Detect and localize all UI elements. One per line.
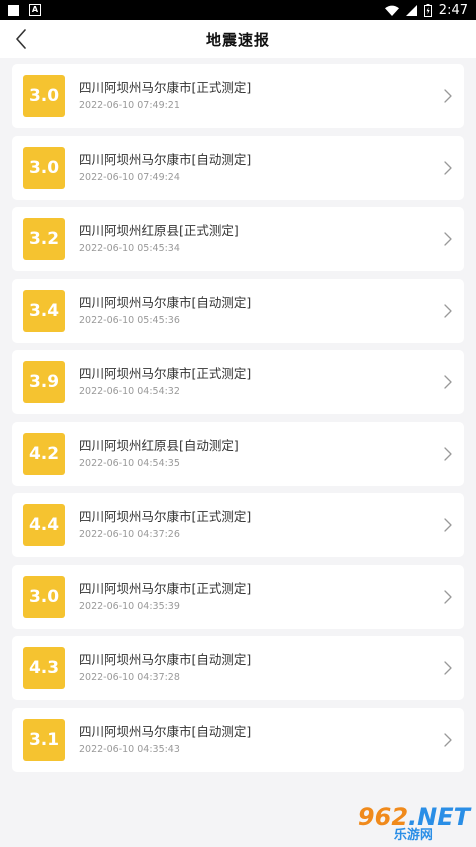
chevron-right-icon — [444, 303, 452, 318]
quake-list-item[interactable]: 3.0 四川阿坝州马尔康市[正式测定] 2022-06-10 07:49:21 — [12, 64, 464, 128]
quake-list: 3.0 四川阿坝州马尔康市[正式测定] 2022-06-10 07:49:21 … — [0, 58, 476, 772]
quake-time: 2022-06-10 07:49:21 — [79, 100, 180, 111]
magnitude-badge: 3.1 — [23, 718, 65, 761]
quake-time: 2022-06-10 04:37:26 — [79, 529, 180, 540]
quake-list-item[interactable]: 3.0 四川阿坝州马尔康市[自动测定] 2022-06-10 07:49:24 — [12, 135, 464, 200]
quake-time: 2022-06-10 07:49:24 — [79, 171, 180, 183]
quake-location: 四川阿坝州马尔康市[自动测定] — [79, 652, 252, 667]
quake-location: 四川阿坝州马尔康市[正式测定] — [79, 509, 252, 524]
chevron-right-icon — [444, 375, 452, 389]
page-title: 地震速报 — [205, 30, 270, 49]
quake-location: 四川阿坝州马尔康市[正式测定] — [79, 366, 252, 381]
chevron-right-icon — [444, 589, 452, 604]
watermark-number: 962 — [357, 803, 409, 831]
quake-time: 2022-06-10 04:37:28 — [79, 672, 180, 683]
chevron-right-icon — [444, 89, 452, 103]
battery-icon — [423, 3, 432, 17]
magnitude-badge: 4.2 — [23, 432, 65, 475]
quake-list-item[interactable]: 3.1 四川阿坝州马尔康市[自动测定] 2022-06-10 04:35:43 — [12, 707, 464, 772]
quake-time: 2022-06-10 04:54:32 — [79, 386, 180, 397]
square-icon — [8, 4, 19, 16]
magnitude-badge: 3.2 — [23, 218, 65, 260]
chevron-right-icon — [444, 518, 452, 532]
status-bar: A 2:47 — [0, 0, 476, 20]
quake-list-item[interactable]: 3.9 四川阿坝州马尔康市[正式测定] 2022-06-10 04:54:32 — [12, 350, 464, 414]
quake-list-item[interactable]: 3.4 四川阿坝州马尔康市[自动测定] 2022-06-10 05:45:36 — [12, 278, 464, 343]
back-arrow-icon — [16, 29, 26, 49]
quake-time: 2022-06-10 04:54:35 — [79, 457, 180, 469]
chevron-right-icon — [444, 232, 452, 246]
a-notification-icon: A — [29, 4, 41, 16]
quake-time: 2022-06-10 05:45:34 — [79, 243, 180, 254]
magnitude-badge: 3.0 — [23, 575, 65, 618]
watermark-text-top: 962.NET — [358, 805, 470, 829]
magnitude-badge: 3.0 — [23, 146, 65, 189]
quake-location: 四川阿坝州红原县[自动测定] — [79, 437, 239, 453]
quake-location: 四川阿坝州马尔康市[自动测定] — [79, 151, 252, 167]
quake-time: 2022-06-10 04:35:39 — [79, 600, 180, 612]
quake-list-item[interactable]: 4.3 四川阿坝州马尔康市[自动测定] 2022-06-10 04:37:28 — [12, 636, 464, 700]
back-button[interactable] — [6, 24, 36, 54]
watermark-domain: .NET — [408, 803, 470, 831]
app-bar: 地震速报 — [0, 20, 476, 58]
watermark-text-bottom: 乐游网 — [393, 828, 433, 843]
clock: 2:47 — [438, 2, 468, 18]
quake-location: 四川阿坝州马尔康市[正式测定] — [79, 580, 252, 596]
quake-time: 2022-06-10 05:45:36 — [79, 314, 180, 326]
chevron-right-icon — [444, 661, 452, 675]
chevron-right-icon — [444, 446, 452, 461]
quake-time: 2022-06-10 04:35:43 — [79, 743, 180, 755]
magnitude-badge: 4.4 — [23, 504, 65, 546]
magnitude-badge: 3.9 — [23, 361, 65, 403]
watermark-logo: 962.NET 乐游网 — [358, 805, 470, 843]
chevron-right-icon — [444, 732, 452, 747]
quake-location: 四川阿坝州马尔康市[自动测定] — [79, 294, 252, 310]
wifi-icon — [384, 5, 399, 16]
quake-location: 四川阿坝州红原县[正式测定] — [79, 223, 239, 238]
quake-list-item[interactable]: 4.2 四川阿坝州红原县[自动测定] 2022-06-10 04:54:35 — [12, 421, 464, 486]
chevron-right-icon — [444, 160, 452, 175]
signal-icon — [405, 4, 417, 16]
quake-list-item[interactable]: 3.0 四川阿坝州马尔康市[正式测定] 2022-06-10 04:35:39 — [12, 564, 464, 629]
magnitude-badge: 4.3 — [23, 647, 65, 689]
quake-list-item[interactable]: 4.4 四川阿坝州马尔康市[正式测定] 2022-06-10 04:37:26 — [12, 493, 464, 557]
quake-location: 四川阿坝州马尔康市[正式测定] — [79, 80, 252, 95]
magnitude-badge: 3.4 — [23, 289, 65, 332]
magnitude-badge: 3.0 — [23, 75, 65, 117]
quake-location: 四川阿坝州马尔康市[自动测定] — [79, 723, 252, 739]
quake-list-item[interactable]: 3.2 四川阿坝州红原县[正式测定] 2022-06-10 05:45:34 — [12, 207, 464, 271]
